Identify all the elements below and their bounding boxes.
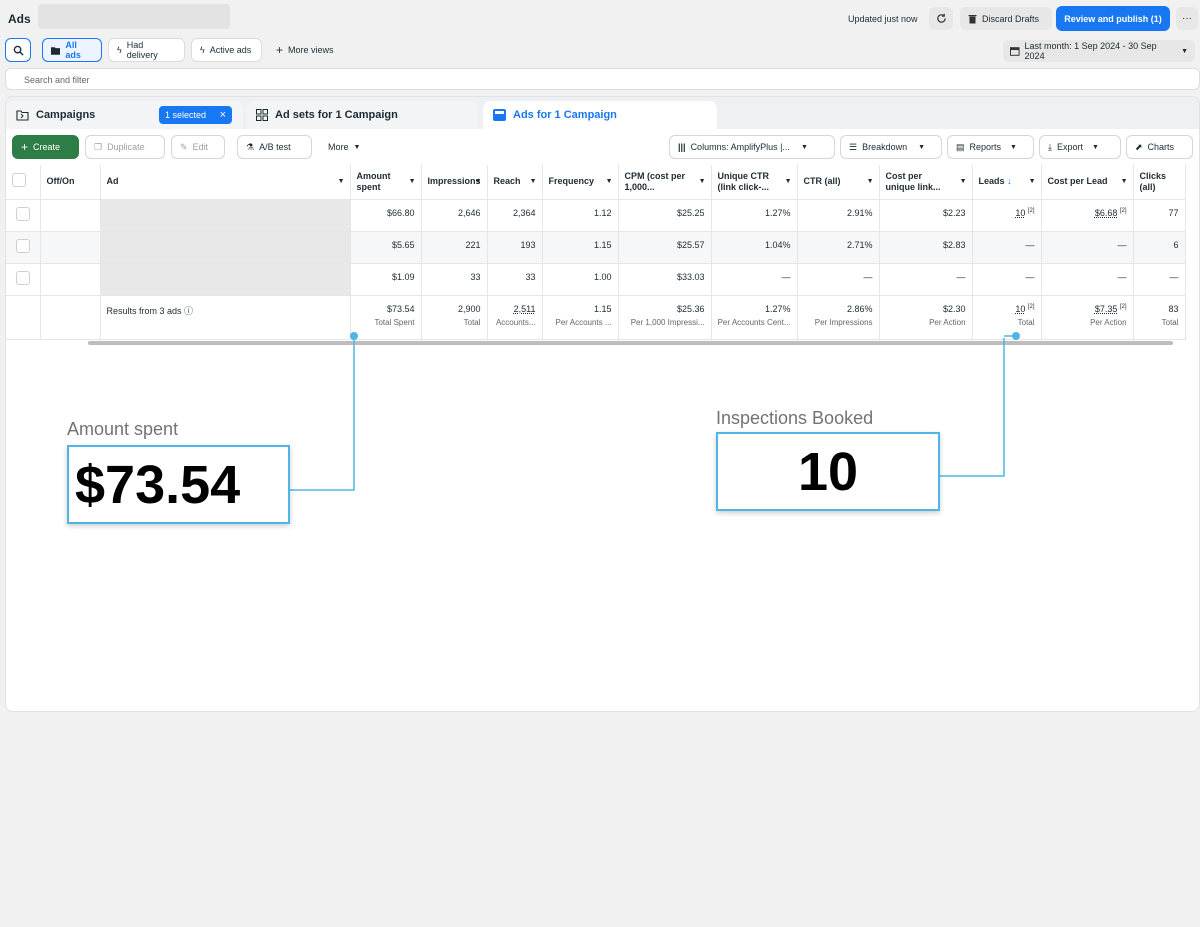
amount-connector-line [290, 338, 355, 491]
inspections-callout-label: Inspections Booked [716, 408, 874, 428]
inspections-callout-box: 10 [716, 432, 940, 511]
amount-callout-label: Amount spent [67, 419, 179, 439]
leads-connector-line [940, 338, 1005, 477]
inspections-callout-value: 10 [797, 441, 859, 502]
amount-callout-value: $73.54 [75, 454, 241, 515]
amount-callout-box: $73.54 [67, 445, 290, 524]
amount-connector-dot [350, 332, 358, 340]
